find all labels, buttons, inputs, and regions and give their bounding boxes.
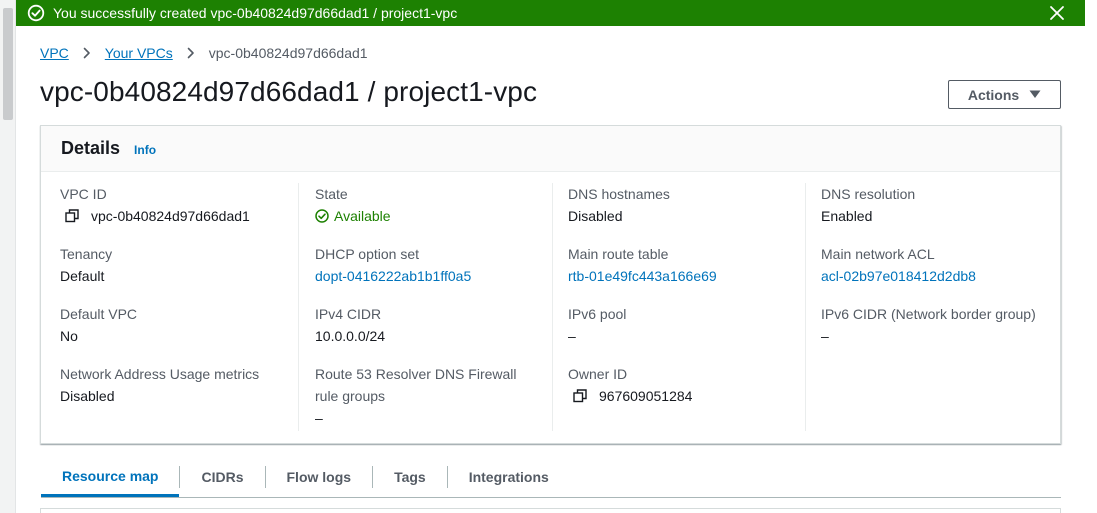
vpc-id-value: vpc-0b40824d97d66dad1 (91, 208, 250, 224)
field-value: 10.0.0.0/24 (315, 328, 386, 344)
field-label: Main network ACL (821, 246, 935, 262)
breadcrumb-vpc[interactable]: VPC (40, 45, 69, 61)
field-ipv6-cidr: IPv6 CIDR (Network border group) – (821, 303, 1036, 347)
page-title: vpc-0b40824d97d66dad1 / project1-vpc (40, 76, 538, 107)
field-label: Tenancy (60, 246, 113, 262)
field-label: IPv6 CIDR (Network border group) (821, 306, 1036, 322)
field-value: Disabled (60, 388, 115, 404)
field-value: vpc-0b40824d97d66dad1 (60, 205, 250, 227)
field-dns-hostnames: DNS hostnames Disabled (568, 183, 670, 227)
field-main-network-acl: Main network ACL acl-02b97e018412d2db8 (821, 243, 976, 287)
field-value: 967609051284 (568, 385, 692, 407)
owner-id-value: 967609051284 (599, 388, 693, 404)
field-label: Route 53 Resolver DNS Firewall (315, 366, 517, 382)
field-label: Main route table (568, 246, 669, 262)
chevron-right-icon (81, 47, 93, 59)
success-flash-banner: You successfully created vpc-0b40824d97d… (16, 0, 1085, 26)
tab-flow-logs[interactable]: Flow logs (266, 458, 373, 496)
flash-message: You successfully created vpc-0b40824d97d… (53, 5, 458, 21)
info-link[interactable]: Info (134, 143, 156, 157)
details-header: Details Info (41, 126, 1060, 172)
tab-tags[interactable]: Tags (373, 458, 447, 496)
field-value: Default (60, 268, 105, 284)
field-label: IPv4 CIDR (315, 306, 382, 322)
field-tenancy: Tenancy Default (60, 243, 112, 287)
field-value: Enabled (821, 208, 873, 224)
close-icon[interactable] (1045, 1, 1069, 25)
field-label: Default VPC (60, 306, 138, 322)
field-label: VPC ID (60, 186, 107, 202)
field-main-route-table: Main route table rtb-01e49fc443a166e69 (568, 243, 717, 287)
details-panel: Details Info VPC ID vpc-0b40824d97d66dad… (40, 125, 1061, 444)
tab-cidrs[interactable]: CIDRs (180, 458, 264, 496)
caret-down-icon (1029, 90, 1041, 99)
check-circle-icon (27, 4, 45, 22)
details-columns: VPC ID vpc-0b40824d97d66dad1 Tenancy Def… (41, 173, 1060, 431)
details-column-2: State Available DHCP option set dopt-041… (298, 173, 552, 431)
field-dhcp-option-set: DHCP option set dopt-0416222ab1b1ff0a5 (315, 243, 471, 287)
tab-integrations[interactable]: Integrations (448, 458, 570, 496)
tab-resource-map[interactable]: Resource map (41, 458, 180, 497)
details-column-4: DNS resolution Enabled Main network ACL … (805, 173, 1060, 431)
field-value: Available (315, 205, 391, 227)
check-circle-icon (315, 209, 329, 223)
breadcrumb-your-vpcs[interactable]: Your VPCs (105, 45, 173, 61)
actions-label: Actions (967, 86, 1020, 103)
field-value: No (60, 328, 78, 344)
field-state: State Available (315, 183, 391, 227)
field-nau-metrics: Network Address Usage metrics Disabled (60, 363, 259, 407)
field-label: DHCP option set (315, 246, 420, 262)
field-dns-firewall: Route 53 Resolver DNS Firewall rule grou… (315, 363, 517, 429)
field-dns-resolution: DNS resolution Enabled (821, 183, 915, 227)
field-value: – (315, 410, 323, 426)
left-scrollbar[interactable] (0, 0, 16, 513)
field-label: DNS hostnames (568, 186, 670, 202)
main-network-acl-link[interactable]: acl-02b97e018412d2db8 (821, 265, 976, 287)
field-value: – (568, 328, 576, 344)
field-label: rule groups (315, 388, 386, 404)
tab-content-panel (40, 508, 1061, 513)
field-owner-id: Owner ID 967609051284 (568, 363, 692, 407)
detail-tabs: Resource map CIDRs Flow logs Tags Integr… (41, 458, 1061, 498)
details-title: Details (61, 138, 121, 158)
field-label: DNS resolution (821, 186, 916, 202)
scrollbar-thumb[interactable] (3, 8, 13, 120)
field-label: IPv6 pool (568, 306, 627, 322)
details-column-1: VPC ID vpc-0b40824d97d66dad1 Tenancy Def… (41, 173, 298, 431)
copy-icon[interactable] (65, 209, 79, 223)
dhcp-option-set-link[interactable]: dopt-0416222ab1b1ff0a5 (315, 265, 471, 287)
field-value: – (821, 328, 829, 344)
breadcrumb: VPC Your VPCs vpc-0b40824d97d66dad1 (40, 44, 368, 62)
field-vpc-id: VPC ID vpc-0b40824d97d66dad1 (60, 183, 250, 227)
chevron-right-icon (185, 47, 197, 59)
actions-button[interactable]: Actions (948, 80, 1061, 109)
details-column-3: DNS hostnames Disabled Main route table … (552, 173, 805, 431)
field-value: Disabled (568, 208, 623, 224)
breadcrumb-current: vpc-0b40824d97d66dad1 (208, 45, 368, 61)
field-label: Network Address Usage metrics (60, 366, 260, 382)
main-route-table-link[interactable]: rtb-01e49fc443a166e69 (568, 265, 717, 287)
field-default-vpc: Default VPC No (60, 303, 137, 347)
field-label: State (315, 186, 348, 202)
copy-icon[interactable] (573, 389, 587, 403)
field-label: Owner ID (568, 366, 628, 382)
state-value: Available (334, 208, 391, 224)
field-ipv6-pool: IPv6 pool – (568, 303, 626, 347)
field-ipv4-cidr: IPv4 CIDR 10.0.0.0/24 (315, 303, 385, 347)
